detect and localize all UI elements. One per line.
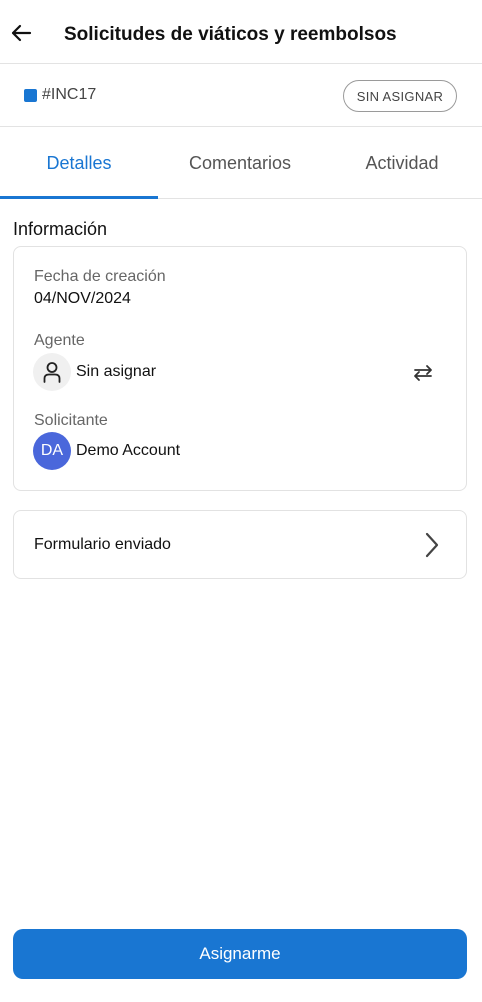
app-header: Solicitudes de viáticos y reembolsos: [0, 0, 482, 64]
tab-comentarios[interactable]: Comentarios: [160, 128, 320, 199]
section-title-informacion: Información: [13, 219, 108, 239]
active-tab-indicator: [0, 196, 158, 199]
arrow-left-icon: [11, 24, 32, 42]
status-badge[interactable]: SIN ASIGNAR: [343, 80, 457, 112]
tab-bar: Detalles Comentarios Actividad: [0, 128, 482, 199]
creation-date-label: Fecha de creación: [34, 268, 166, 285]
tab-actividad[interactable]: Actividad: [322, 128, 482, 199]
assign-me-button[interactable]: Asignarme: [13, 929, 467, 979]
chevron-right-icon: [420, 530, 444, 560]
ticket-detail-screen: Solicitudes de viáticos y reembolsos #IN…: [0, 0, 482, 1002]
swap-icon: [414, 365, 432, 381]
creation-date-value: 04/NOV/2024: [34, 290, 131, 307]
ticket-id: #INC17: [42, 86, 97, 103]
change-agent-button[interactable]: [408, 358, 438, 388]
person-icon: [43, 362, 61, 383]
requester-avatar: DA: [33, 432, 71, 470]
agent-value: Sin asignar: [76, 363, 157, 380]
ticket-color-square: [24, 89, 37, 102]
submitted-form-label: Formulario enviado: [34, 536, 171, 553]
back-button[interactable]: [6, 18, 36, 48]
tab-detalles[interactable]: Detalles: [0, 128, 158, 199]
agent-avatar: [33, 353, 71, 391]
requester-name: Demo Account: [76, 442, 181, 459]
page-title: Solicitudes de viáticos y reembolsos: [64, 24, 397, 45]
requester-label: Solicitante: [34, 412, 108, 429]
agent-label: Agente: [34, 332, 85, 349]
